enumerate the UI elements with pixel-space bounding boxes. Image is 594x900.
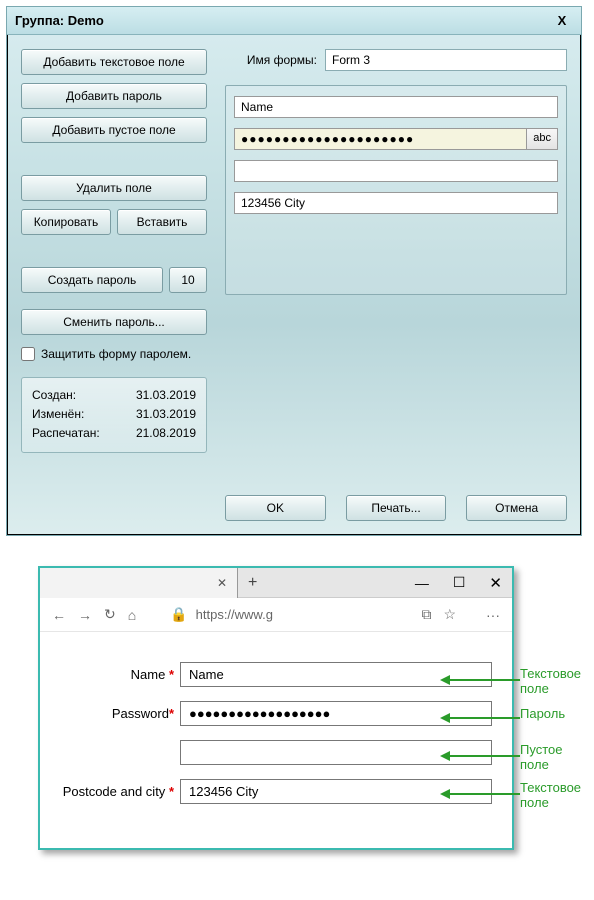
protect-checkbox[interactable]: [21, 347, 35, 361]
new-tab-button[interactable]: +: [248, 574, 257, 592]
change-password-button[interactable]: Сменить пароль...: [21, 309, 207, 335]
browser-window: ✕ + — ☐ ✕ ← → ↻ ⌂ 🔒 https://www.g ⧉ ☆ ··…: [38, 566, 514, 850]
printed-date: 21.08.2019: [136, 424, 196, 443]
created-date: 31.03.2019: [136, 386, 196, 405]
minimize-icon[interactable]: —: [415, 575, 429, 591]
reload-icon[interactable]: ↻: [104, 606, 116, 623]
metadata-box: Создан: 31.03.2019 Изменён: 31.03.2019 Рас…: [21, 377, 207, 453]
name-label: Name *: [50, 667, 180, 682]
callout-password: Пароль: [520, 706, 565, 721]
field-4-input[interactable]: [234, 192, 558, 214]
paste-button[interactable]: Вставить: [117, 209, 207, 235]
copy-button[interactable]: Копировать: [21, 209, 111, 235]
required-asterisk: *: [169, 784, 174, 799]
tab-close-icon[interactable]: ✕: [217, 576, 227, 590]
field-2-password-input[interactable]: [234, 128, 526, 150]
field-1-input[interactable]: [234, 96, 558, 118]
home-icon[interactable]: ⌂: [128, 607, 136, 623]
window-close-icon[interactable]: ✕: [489, 574, 502, 592]
add-text-field-button[interactable]: Добавить текстовое поле: [21, 49, 207, 75]
maximize-icon[interactable]: ☐: [453, 574, 466, 591]
more-icon[interactable]: ···: [486, 607, 500, 623]
form-editor-dialog: Группа: Demo X Добавить текстовое поле Д…: [6, 6, 582, 536]
reading-icon[interactable]: ⧉: [421, 606, 431, 623]
dialog-title: Группа: Demo: [15, 13, 104, 28]
form-name-input[interactable]: [325, 49, 567, 71]
required-asterisk: *: [169, 706, 174, 721]
forward-icon[interactable]: →: [78, 607, 92, 623]
delete-field-button[interactable]: Удалить поле: [21, 175, 207, 201]
close-button[interactable]: X: [545, 11, 579, 30]
print-button[interactable]: Печать...: [346, 495, 447, 521]
lock-icon: 🔒: [170, 606, 187, 623]
fields-container: abc: [225, 85, 567, 295]
callout-text-field: Текстовое поле: [520, 666, 581, 696]
changed-date: 31.03.2019: [136, 405, 196, 424]
titlebar: Группа: Demo X: [7, 7, 581, 35]
form-name-label: Имя формы:: [225, 53, 317, 67]
ok-button[interactable]: OK: [225, 495, 326, 521]
password-length-button[interactable]: 10: [169, 267, 207, 293]
callout-empty-field: Пустое поле: [520, 742, 562, 772]
changed-label: Изменён:: [32, 405, 84, 424]
add-empty-field-button[interactable]: Добавить пустое поле: [21, 117, 207, 143]
callout-text-field-2: Текстовое поле: [520, 780, 581, 810]
protect-label: Защитить форму паролем.: [41, 347, 191, 361]
add-password-button[interactable]: Добавить пароль: [21, 83, 207, 109]
password-label: Password*: [50, 706, 180, 721]
printed-label: Распечатан:: [32, 424, 100, 443]
field-3-input[interactable]: [234, 160, 558, 182]
reveal-password-button[interactable]: abc: [526, 128, 558, 150]
cancel-button[interactable]: Отмена: [466, 495, 567, 521]
url-text[interactable]: https://www.g: [196, 607, 273, 622]
required-asterisk: *: [169, 667, 174, 682]
browser-tab[interactable]: ✕: [40, 568, 238, 598]
generate-password-button[interactable]: Создать пароль: [21, 267, 163, 293]
postcode-label: Postcode and city *: [50, 784, 180, 799]
favorite-icon[interactable]: ☆: [443, 606, 456, 623]
created-label: Создан:: [32, 386, 76, 405]
back-icon[interactable]: ←: [52, 607, 66, 623]
